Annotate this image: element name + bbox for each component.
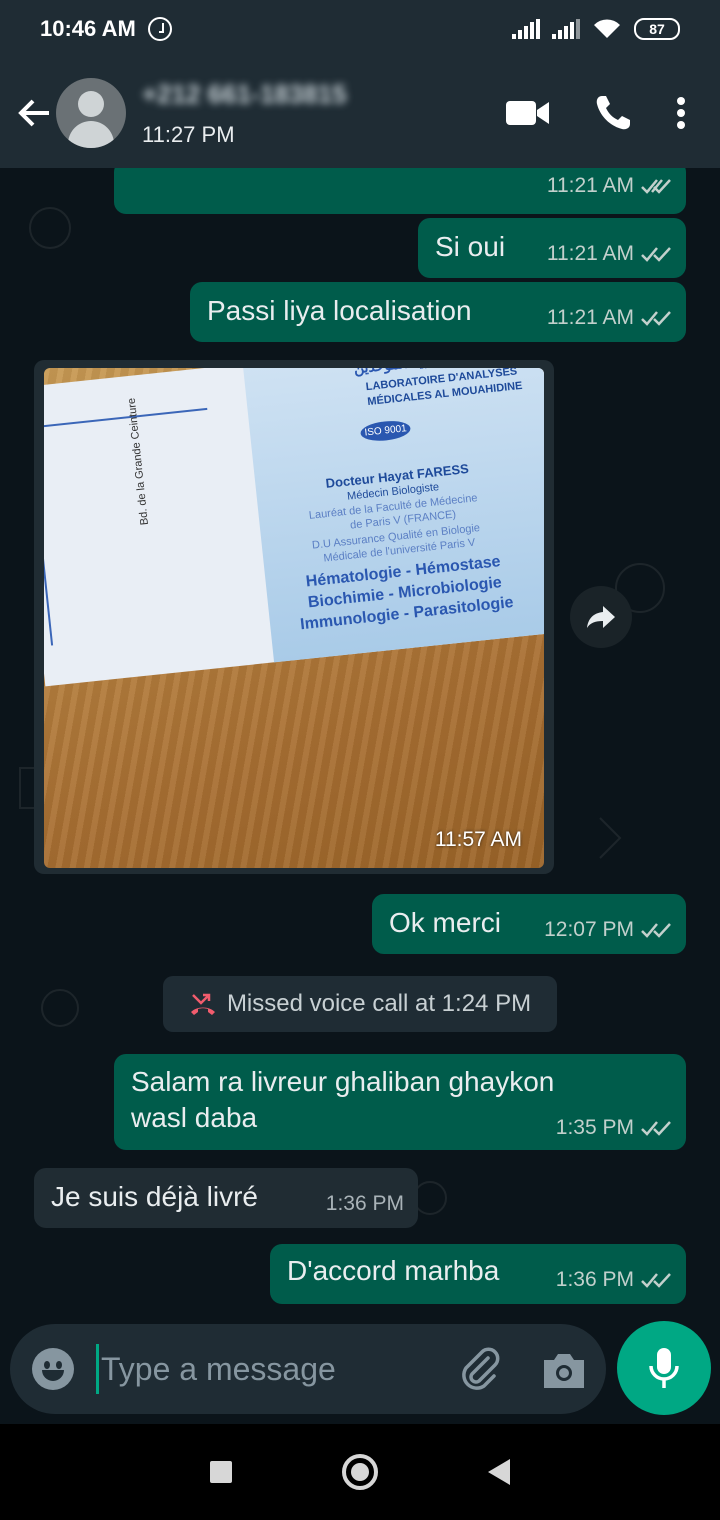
double-check-icon — [641, 1121, 671, 1136]
message-bubble-outgoing[interactable]: Salam ra livreur ghaliban ghaykon wasl d… — [114, 1054, 686, 1150]
battery-icon: 87 — [634, 18, 680, 40]
missed-call-notice: Missed voice call at 1:24 PM — [163, 976, 557, 1032]
alarm-icon — [147, 17, 172, 41]
avatar[interactable] — [56, 78, 126, 148]
message-time: 1:36 PM — [325, 1192, 404, 1215]
message-text: Salam ra livreur ghaliban ghaykon — [131, 1066, 555, 1097]
chat-header: +212 661-183815 11:27 PM — [0, 58, 720, 168]
double-check-icon — [641, 923, 671, 938]
status-bar: 10:46 AM 87 — [0, 0, 720, 58]
contact-subtitle: 11:27 PM — [142, 121, 235, 147]
arrow-left-icon — [18, 99, 49, 127]
camera-icon[interactable] — [540, 1348, 588, 1392]
double-check-icon — [641, 247, 671, 262]
forward-button[interactable] — [570, 586, 632, 648]
recents-button[interactable] — [210, 1461, 232, 1483]
photo-business-card[interactable]: Bd. de la Grande Ceinture مختبر التحليلا… — [44, 368, 544, 868]
wifi-icon — [594, 19, 620, 38]
image-message[interactable]: Bd. de la Grande Ceinture مختبر التحليلا… — [34, 360, 554, 874]
mic-icon — [649, 1348, 679, 1388]
contact-info[interactable]: +212 661-183815 11:27 PM — [142, 79, 347, 148]
message-time: 11:57 AM — [434, 828, 522, 851]
message-text: Ok merci — [389, 907, 501, 938]
message-composer — [10, 1324, 606, 1414]
double-check-icon — [641, 311, 671, 326]
back-button[interactable] — [14, 93, 54, 133]
attach-icon[interactable] — [454, 1344, 504, 1394]
message-time: 1:36 PM — [555, 1268, 634, 1291]
message-time: 12:07 PM — [544, 918, 634, 941]
missed-call-icon — [190, 993, 215, 1015]
status-icons: 87 — [512, 18, 680, 40]
chat-area[interactable]: 11:21 AM Si oui 11:21 AM Passi liya loca… — [0, 168, 720, 1324]
forward-icon — [587, 606, 615, 628]
double-check-icon — [641, 1273, 671, 1288]
navigation-bar — [0, 1424, 720, 1520]
back-nav-button[interactable] — [488, 1459, 510, 1485]
battery-level: 87 — [649, 21, 665, 37]
phone-icon[interactable] — [594, 94, 632, 132]
mic-button[interactable] — [617, 1321, 711, 1415]
contact-name: +212 661-183815 — [142, 78, 347, 109]
message-time: 1:35 PM — [555, 1116, 634, 1139]
signal-icon-2 — [552, 19, 580, 39]
message-time: 11:21 AM — [546, 174, 634, 197]
message-text: D'accord marhba — [287, 1255, 500, 1286]
video-call-icon[interactable] — [506, 99, 550, 127]
status-time: 10:46 AM — [40, 16, 136, 41]
message-bubble-outgoing[interactable]: Passi liya localisation 11:21 AM — [190, 282, 686, 342]
message-time: 11:21 AM — [546, 242, 634, 265]
missed-call-text: Missed voice call at 1:24 PM — [226, 990, 532, 1017]
message-input[interactable] — [96, 1344, 426, 1394]
message-bubble-outgoing[interactable]: Si oui 11:21 AM — [418, 218, 686, 278]
message-bubble-outgoing[interactable]: Ok merci 12:07 PM — [372, 894, 686, 954]
home-button[interactable] — [342, 1454, 378, 1490]
message-bubble-outgoing[interactable]: 11:21 AM — [114, 168, 686, 214]
message-text-line2: wasl daba — [131, 1102, 258, 1133]
message-text: Si oui — [435, 231, 506, 262]
message-text: Passi liya localisation — [207, 295, 472, 326]
message-bubble-outgoing[interactable]: D'accord marhba 1:36 PM — [270, 1244, 686, 1304]
signal-icon — [512, 19, 540, 39]
double-check-icon — [641, 179, 671, 194]
message-time: 11:21 AM — [546, 306, 634, 329]
more-options-icon[interactable] — [676, 96, 686, 130]
message-text: Je suis déjà livré — [51, 1181, 258, 1212]
message-bubble-incoming[interactable]: Je suis déjà livré 1:36 PM — [34, 1168, 418, 1228]
emoji-icon[interactable] — [32, 1348, 74, 1390]
business-card: Bd. de la Grande Ceinture مختبر التحليلا… — [44, 368, 544, 687]
